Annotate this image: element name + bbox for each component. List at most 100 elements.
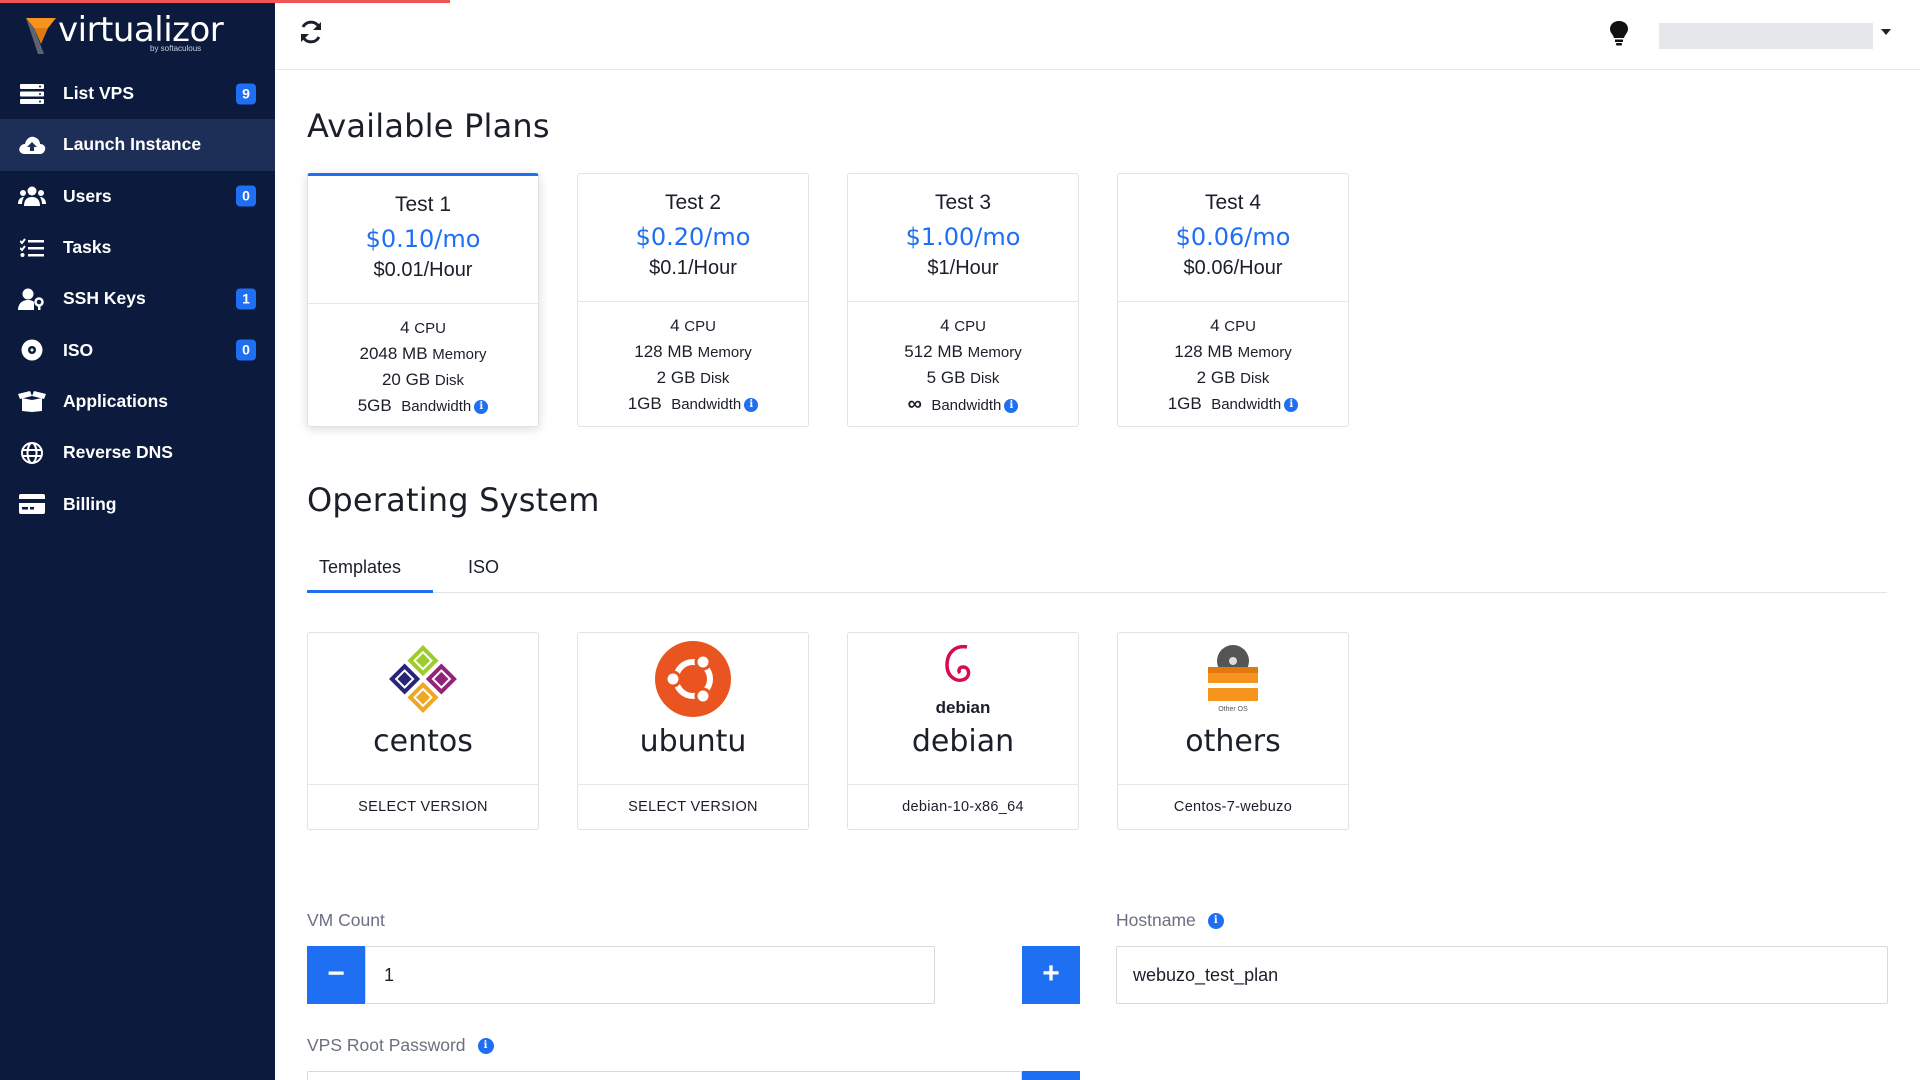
increment-button[interactable]: + — [1022, 946, 1080, 1004]
sidebar: virtualizor by softaculous List VPS 9 La… — [0, 0, 275, 1080]
info-icon[interactable]: i — [474, 399, 489, 414]
info-icon[interactable]: i — [1284, 397, 1299, 412]
server-icon — [18, 82, 46, 106]
plan-name: Test 1 — [394, 193, 452, 216]
plan-disk: 2 GB Disk — [1196, 368, 1270, 387]
users-icon — [18, 184, 46, 208]
sidebar-item-billing[interactable]: Billing — [0, 478, 275, 529]
plan-header: Test 1 $0.10/mo $0.01/Hour — [308, 176, 538, 304]
generate-password-button[interactable] — [1022, 1071, 1080, 1080]
info-icon[interactable]: i — [744, 397, 759, 412]
plan-memory: 128 MB Memory — [634, 342, 752, 361]
os-version-select[interactable]: SELECT VERSION — [308, 785, 538, 829]
app: virtualizor by softaculous List VPS 9 La… — [0, 0, 1920, 1080]
root-password-label: VPS Root Password i — [307, 1035, 494, 1056]
os-card-others[interactable]: Other OS others Centos-7-webuzo — [1117, 632, 1349, 830]
plan-bandwidth: 1GB Bandwidth i — [578, 391, 808, 417]
plan-disk: 2 GB Disk — [656, 368, 730, 387]
sidebar-item-ssh-keys[interactable]: SSH Keys 1 — [0, 273, 275, 324]
plan-memory: 512 MB Memory — [904, 342, 1022, 361]
user-key-icon — [18, 287, 46, 311]
plan-specs: 4 CPU 2048 MB Memory 20 GB Disk 5GB Band… — [308, 304, 538, 419]
os-card-top: centos — [308, 633, 538, 785]
os-card-ubuntu[interactable]: ubuntu SELECT VERSION — [577, 632, 809, 830]
sidebar-item-list-vps[interactable]: List VPS 9 — [0, 68, 275, 119]
sidebar-item-tasks[interactable]: Tasks — [0, 222, 275, 273]
plan-header: Test 2 $0.20/mo $0.1/Hour — [578, 174, 808, 302]
tab-iso[interactable]: ISO — [468, 550, 518, 593]
hostname-label: Hostname i — [1116, 910, 1224, 931]
vm-count-input[interactable]: 1 — [365, 946, 935, 1004]
sidebar-item-launch-instance[interactable]: Launch Instance — [0, 119, 275, 171]
refresh-icon[interactable] — [297, 18, 325, 46]
tasks-icon — [18, 236, 46, 260]
centos-logo — [389, 645, 457, 713]
sidebar-item-label: Billing — [63, 493, 117, 514]
plan-bandwidth: 1GB Bandwidth i — [1118, 391, 1348, 417]
others-logo: Other OS — [1208, 645, 1258, 713]
os-card-top: ubuntu — [578, 633, 808, 785]
plan-card[interactable]: Test 3 $1.00/mo $1/Hour 4 CPU 512 MB Mem… — [847, 173, 1079, 427]
os-version-select[interactable]: SELECT VERSION — [578, 785, 808, 829]
plan-price: $0.06/mo — [1175, 223, 1291, 251]
plan-card[interactable]: Test 4 $0.06/mo $0.06/Hour 4 CPU 128 MB … — [1117, 173, 1349, 427]
decrement-button[interactable]: − — [307, 946, 365, 1004]
plan-hourly: $0.06/Hour — [1183, 257, 1283, 279]
sidebar-item-reverse-dns[interactable]: Reverse DNS — [0, 427, 275, 478]
plan-price: $0.10/mo — [365, 225, 481, 253]
svg-text:Other OS: Other OS — [1218, 706, 1248, 713]
plan-hourly: $0.1/Hour — [649, 257, 737, 279]
brand-subtitle: by softaculous — [150, 44, 202, 53]
svg-text:debian: debian — [936, 698, 991, 717]
ubuntu-logo — [655, 641, 731, 717]
os-version-select[interactable]: Centos-7-webuzo — [1118, 785, 1348, 829]
os-name: centos — [373, 724, 473, 759]
info-icon[interactable]: i — [477, 1038, 494, 1055]
os-card-top: Other OS others — [1118, 633, 1348, 785]
loading-bar — [0, 0, 275, 3]
plan-name: Test 2 — [664, 191, 722, 214]
plan-disk: 20 GB Disk — [381, 370, 465, 389]
plan-cpu: 4 CPU — [940, 316, 986, 335]
plan-card[interactable]: Test 1 $0.10/mo $0.01/Hour 4 CPU 2048 MB… — [307, 173, 539, 427]
plan-hourly: $1/Hour — [927, 257, 999, 279]
plan-memory: 128 MB Memory — [1174, 342, 1292, 361]
os-name: others — [1185, 724, 1281, 759]
os-card-top: debian debian — [848, 633, 1078, 785]
plan-name: Test 4 — [1204, 191, 1262, 214]
plan-disk: 5 GB Disk — [926, 368, 1000, 387]
sidebar-item-label: Tasks — [63, 237, 112, 258]
plan-specs: 4 CPU 128 MB Memory 2 GB Disk 1GB Bandwi… — [1118, 302, 1348, 417]
plan-specs: 4 CPU 128 MB Memory 2 GB Disk 1GB Bandwi… — [578, 302, 808, 417]
root-password-input[interactable] — [307, 1071, 1022, 1080]
plan-memory: 2048 MB Memory — [359, 344, 487, 363]
plan-price: $1.00/mo — [905, 223, 1021, 251]
sidebar-item-users[interactable]: Users 0 — [0, 171, 275, 222]
info-icon[interactable]: i — [1207, 913, 1224, 930]
loading-bar — [275, 0, 450, 3]
vm-count-label: VM Count — [307, 910, 385, 930]
chevron-down-icon[interactable] — [1881, 29, 1891, 35]
plan-card[interactable]: Test 2 $0.20/mo $0.1/Hour 4 CPU 128 MB M… — [577, 173, 809, 427]
tab-templates[interactable]: Templates — [307, 550, 433, 593]
sidebar-nav: List VPS 9 Launch Instance Users 0 Tasks… — [0, 68, 275, 530]
lightbulb-icon[interactable] — [1607, 20, 1631, 46]
os-card-debian[interactable]: debian debian debian-10-x86_64 — [847, 632, 1079, 830]
plan-cpu: 4 CPU — [670, 316, 716, 335]
sidebar-item-applications[interactable]: Applications — [0, 376, 275, 427]
disc-icon — [18, 338, 46, 362]
plan-hourly: $0.01/Hour — [373, 259, 473, 281]
user-menu[interactable] — [1659, 23, 1873, 49]
plan-header: Test 3 $1.00/mo $1/Hour — [848, 174, 1078, 302]
globe-icon — [18, 441, 46, 465]
sidebar-item-iso[interactable]: ISO 0 — [0, 324, 275, 375]
count-badge: 9 — [236, 83, 256, 105]
plan-price: $0.20/mo — [635, 223, 751, 251]
count-badge: 0 — [236, 185, 256, 207]
topbar — [275, 0, 1920, 70]
info-icon[interactable]: i — [1004, 398, 1019, 413]
hostname-input[interactable]: webuzo_test_plan — [1116, 946, 1888, 1004]
os-card-centos[interactable]: centos SELECT VERSION — [307, 632, 539, 830]
os-version-select[interactable]: debian-10-x86_64 — [848, 785, 1078, 829]
cloud-upload-icon — [18, 133, 46, 157]
